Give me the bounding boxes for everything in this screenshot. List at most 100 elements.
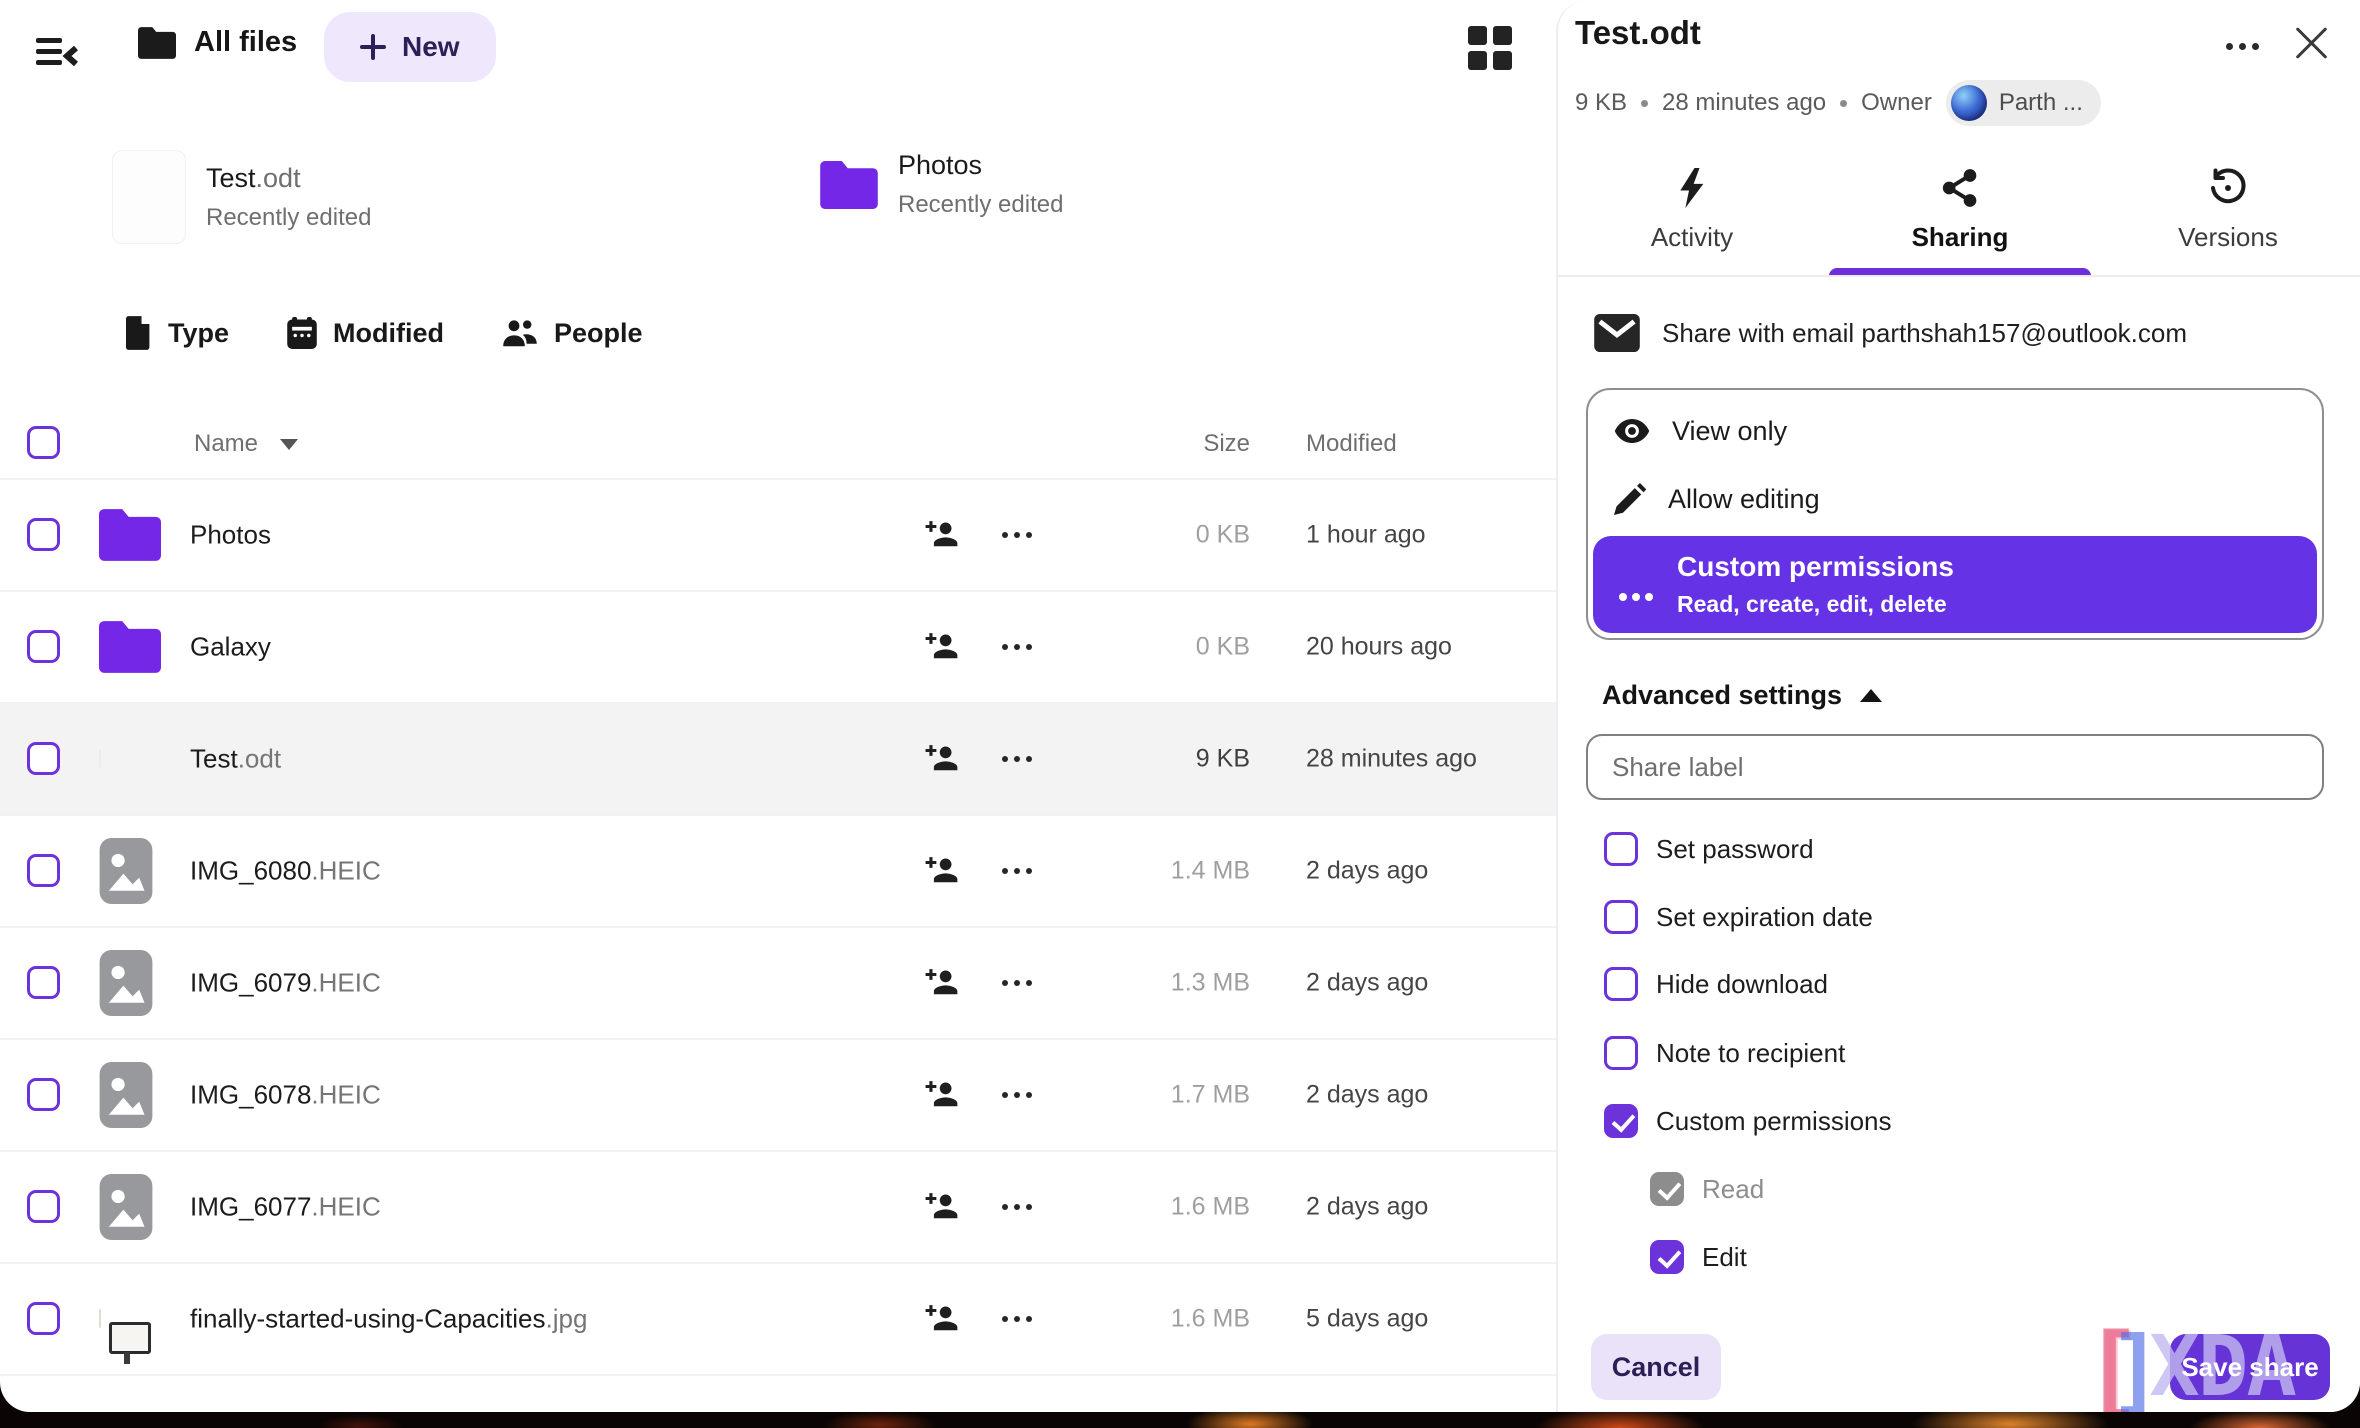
- row-checkbox[interactable]: [27, 1190, 60, 1223]
- checkbox-set-password[interactable]: Set password: [1604, 832, 1814, 866]
- meta-modified: 28 minutes ago: [1662, 89, 1826, 117]
- ellipsis-icon: [1619, 593, 1655, 603]
- file-name: IMG_6080.HEIC: [190, 856, 381, 887]
- file-size: 1.6 MB: [1100, 1193, 1250, 1222]
- filter-people[interactable]: People: [502, 318, 643, 349]
- file-modified: 28 minutes ago: [1306, 745, 1477, 774]
- column-header-name[interactable]: Name: [194, 430, 298, 458]
- document-icon: [99, 750, 101, 768]
- checkbox-custom-permissions[interactable]: Custom permissions: [1604, 1104, 1892, 1138]
- history-icon: [2208, 168, 2248, 208]
- eye-icon: [1614, 418, 1650, 444]
- table-row-notebooklm-jpg[interactable]: best-NotebookLM-tips.jpg 4.8 MB 6 days a…: [0, 1374, 1556, 1412]
- file-modified: 5 days ago: [1306, 1305, 1428, 1334]
- filter-bar: Type Modified People: [126, 316, 643, 350]
- row-checkbox[interactable]: [27, 518, 60, 551]
- row-actions-icon[interactable]: [1002, 749, 1042, 769]
- tab-versions[interactable]: Versions: [2094, 168, 2360, 272]
- table-row-capacities-jpg[interactable]: finally-started-using-Capacities.jpg 1.6…: [0, 1262, 1556, 1374]
- sidebar-toggle-icon[interactable]: [28, 28, 84, 76]
- checkbox-box: [1604, 1104, 1638, 1138]
- save-share-button[interactable]: Save share: [2170, 1334, 2330, 1400]
- owner-pill: Parth ...: [1946, 80, 2101, 126]
- image-file-icon: [99, 838, 153, 904]
- permission-options-box: View only Allow editing Custom permissio…: [1586, 388, 2324, 640]
- breadcrumb-all-files[interactable]: All files: [138, 26, 297, 59]
- checkbox-set-expiration-date[interactable]: Set expiration date: [1604, 900, 1873, 934]
- share-with-email-row[interactable]: Share with email parthshah157@outlook.co…: [1594, 314, 2187, 352]
- share-person-add-icon[interactable]: [922, 966, 960, 1000]
- folder-icon: [99, 621, 161, 673]
- row-actions-icon[interactable]: [1002, 637, 1042, 657]
- share-label-input[interactable]: [1586, 734, 2324, 800]
- option-allow-editing[interactable]: Allow editing: [1588, 466, 2322, 532]
- file-size: 0 KB: [1100, 633, 1250, 662]
- pencil-icon: [1614, 483, 1646, 515]
- row-actions-icon[interactable]: [1002, 525, 1042, 545]
- file-list: Photos 0 KB 1 hour ago Galaxy 0 KB 20 ho…: [0, 478, 1556, 1412]
- file-name: Photos: [190, 520, 271, 551]
- grid-view-icon[interactable]: [1468, 26, 1512, 70]
- tab-activity[interactable]: Activity: [1558, 168, 1826, 272]
- checkbox-note-to-recipient[interactable]: Note to recipient: [1604, 1036, 1845, 1070]
- photo-thumbnail: [99, 1310, 101, 1328]
- filter-type[interactable]: Type: [126, 316, 229, 350]
- row-actions-icon[interactable]: [1002, 1197, 1042, 1217]
- checkbox-edit[interactable]: Edit: [1650, 1240, 1747, 1274]
- row-actions-icon[interactable]: [1002, 861, 1042, 881]
- panel-actions-icon[interactable]: [2226, 36, 2270, 56]
- share-person-add-icon[interactable]: [922, 1190, 960, 1224]
- table-row-img-6080[interactable]: IMG_6080.HEIC 1.4 MB 2 days ago: [0, 814, 1556, 926]
- table-row-photos[interactable]: Photos 0 KB 1 hour ago: [0, 478, 1556, 590]
- row-checkbox[interactable]: [27, 630, 60, 663]
- new-button[interactable]: New: [324, 12, 496, 82]
- share-person-add-icon[interactable]: [922, 630, 960, 664]
- tabs-divider: [1558, 275, 2360, 277]
- app-window: All files New Test.odt Recently edited P…: [0, 0, 2360, 1412]
- close-icon[interactable]: [2294, 22, 2330, 58]
- recent-card-test-odt[interactable]: Test.odt Recently edited: [112, 150, 371, 244]
- tab-sharing[interactable]: Sharing: [1826, 168, 2094, 272]
- option-view-only[interactable]: View only: [1588, 398, 2322, 464]
- row-checkbox[interactable]: [27, 1302, 60, 1335]
- table-row-img-6077[interactable]: IMG_6077.HEIC 1.6 MB 2 days ago: [0, 1150, 1556, 1262]
- row-actions-icon[interactable]: [1002, 973, 1042, 993]
- table-row-img-6079[interactable]: IMG_6079.HEIC 1.3 MB 2 days ago: [0, 926, 1556, 1038]
- checkbox-hide-download[interactable]: Hide download: [1604, 967, 1828, 1001]
- table-row-galaxy[interactable]: Galaxy 0 KB 20 hours ago: [0, 590, 1556, 702]
- desktop: { "topbar": { "all_files": "All files", …: [0, 0, 2360, 1428]
- row-actions-icon[interactable]: [1002, 1085, 1042, 1105]
- option-label: Custom permissions: [1677, 551, 1954, 583]
- share-person-add-icon[interactable]: [922, 1078, 960, 1112]
- share-person-add-icon[interactable]: [922, 518, 960, 552]
- folder-icon: [820, 161, 878, 209]
- file-modified: 1 hour ago: [1306, 521, 1426, 550]
- checkbox-box: [1604, 900, 1638, 934]
- table-row-test-odt[interactable]: Test.odt 9 KB 28 minutes ago: [0, 702, 1556, 814]
- checkbox-read[interactable]: Read: [1650, 1172, 1764, 1206]
- cancel-button[interactable]: Cancel: [1591, 1334, 1721, 1400]
- share-person-add-icon[interactable]: [922, 1302, 960, 1336]
- row-checkbox[interactable]: [27, 966, 60, 999]
- advanced-settings-toggle[interactable]: Advanced settings: [1602, 680, 1882, 711]
- share-person-add-icon[interactable]: [922, 854, 960, 888]
- recent-card-photos[interactable]: Photos Recently edited: [820, 150, 1063, 219]
- file-size: 1.3 MB: [1100, 969, 1250, 998]
- table-row-img-6078[interactable]: IMG_6078.HEIC 1.7 MB 2 days ago: [0, 1038, 1556, 1150]
- row-checkbox[interactable]: [27, 742, 60, 775]
- all-files-label: All files: [194, 26, 297, 59]
- meta-size: 9 KB: [1575, 89, 1627, 117]
- row-checkbox[interactable]: [27, 854, 60, 887]
- share-person-add-icon[interactable]: [922, 742, 960, 776]
- select-all-checkbox[interactable]: [27, 426, 60, 459]
- column-header-modified[interactable]: Modified: [1306, 430, 1397, 458]
- option-custom-permissions[interactable]: Custom permissions Read, create, edit, d…: [1593, 536, 2317, 633]
- meta-owner-label: Owner: [1861, 89, 1932, 117]
- row-actions-icon[interactable]: [1002, 1309, 1042, 1329]
- file-modified: 2 days ago: [1306, 1081, 1428, 1110]
- column-header-size[interactable]: Size: [1100, 430, 1250, 458]
- filter-modified[interactable]: Modified: [287, 317, 444, 349]
- file-size: 0 KB: [1100, 521, 1250, 550]
- row-checkbox[interactable]: [27, 1078, 60, 1111]
- file-name: Galaxy: [190, 632, 271, 663]
